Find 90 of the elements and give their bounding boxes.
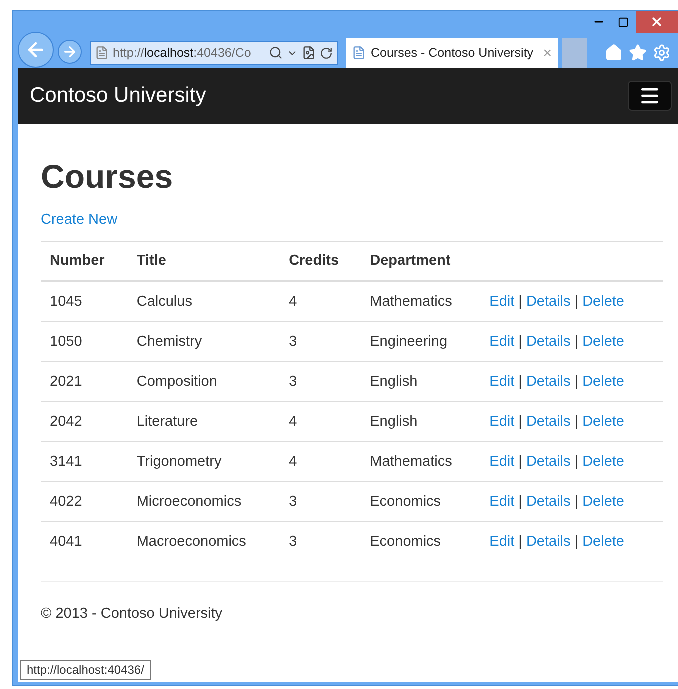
table-cell: Literature [128,402,280,442]
action-link[interactable]: Delete [582,494,624,510]
back-button[interactable] [18,32,54,68]
browser-tab[interactable]: Courses - Contoso University × [346,38,558,68]
tab-title: Courses - Contoso University [371,46,535,60]
column-header: Title [128,242,280,281]
column-header: Credits [280,242,362,281]
table-cell: 2021 [41,362,128,402]
forward-button[interactable] [58,40,82,64]
brand-link[interactable]: Contoso University [30,84,206,108]
page-icon [352,46,366,60]
separator: | [518,454,522,470]
address-text: http://localhost:40436/Co [113,46,252,60]
copyright-text: © 2013 - Contoso University [41,606,224,622]
action-link[interactable]: Edit [490,454,515,470]
separator: | [574,374,579,390]
address-field[interactable]: http://localhost:40436/Co [90,41,338,65]
table-cell: 4041 [41,522,128,561]
star-icon[interactable] [629,44,647,62]
action-link[interactable]: Edit [490,294,515,310]
table-cell: Economics [361,522,481,561]
separator: | [518,414,522,430]
status-tooltip: http://localhost:40436/ [20,660,152,680]
table-cell: Mathematics [361,442,481,482]
create-new-link[interactable]: Create New [41,212,118,228]
table-cell: Engineering [361,322,481,362]
separator: | [518,374,522,390]
action-link[interactable]: Delete [582,334,624,350]
action-link[interactable]: Edit [490,494,515,510]
table-cell: 3 [280,322,362,362]
action-link[interactable]: Details [526,294,571,310]
action-link[interactable]: Details [526,494,571,510]
table-cell: Microeconomics [128,482,280,522]
separator: | [518,534,522,550]
action-link[interactable]: Details [526,414,571,430]
action-link[interactable]: Delete [582,414,624,430]
separator: | [574,334,579,350]
separator: | [518,294,522,310]
table-cell: 4 [280,442,362,482]
action-link[interactable]: Details [526,334,571,350]
action-link[interactable]: Delete [582,534,624,550]
separator: | [574,494,579,510]
action-link[interactable]: Edit [490,374,515,390]
table-cell: Composition [128,362,280,402]
separator: | [574,414,579,430]
table-cell: Economics [361,482,481,522]
table-cell: 1050 [41,322,128,362]
table-cell: Macroeconomics [128,522,280,561]
tab-close[interactable]: × [543,44,552,62]
action-link[interactable]: Details [526,534,571,550]
action-link[interactable]: Edit [490,334,515,350]
table-cell: 4 [280,402,362,442]
table-cell: 4022 [41,482,128,522]
table-cell: English [361,402,481,442]
table-cell: Calculus [128,281,280,322]
maximize-icon[interactable] [618,16,629,28]
action-link[interactable]: Edit [490,534,515,550]
table-cell: 3 [280,362,362,402]
separator: | [518,334,522,350]
action-link[interactable]: Delete [582,454,624,470]
table-cell: Trigonometry [128,442,280,482]
arrow-right-icon [62,44,78,60]
table-cell: Chemistry [128,322,280,362]
separator: | [574,534,579,550]
page-heading: Courses [41,158,174,196]
table-cell: 3 [280,522,362,561]
close-button[interactable] [636,11,678,33]
page-icon [95,46,109,60]
action-link[interactable]: Delete [582,374,624,390]
table-cell: 2042 [41,402,128,442]
action-link[interactable]: Details [526,374,571,390]
page-icon[interactable] [302,46,316,60]
menu-button[interactable] [628,81,672,111]
action-link[interactable]: Edit [490,414,515,430]
separator: | [574,454,579,470]
search-icon[interactable] [269,46,283,60]
table-cell: English [361,362,481,402]
table-cell: 3141 [41,442,128,482]
table-cell: 1045 [41,281,128,322]
close-icon [650,15,664,29]
action-link[interactable]: Details [526,454,571,470]
separator: | [574,294,579,310]
refresh-icon[interactable] [320,46,333,60]
table-cell: 4 [280,281,362,322]
action-link[interactable]: Delete [582,294,624,310]
column-header: Number [41,242,128,281]
column-header: Department [361,242,481,281]
table-cell: Mathematics [361,281,481,322]
separator: | [518,494,522,510]
table-cell: 3 [280,482,362,522]
